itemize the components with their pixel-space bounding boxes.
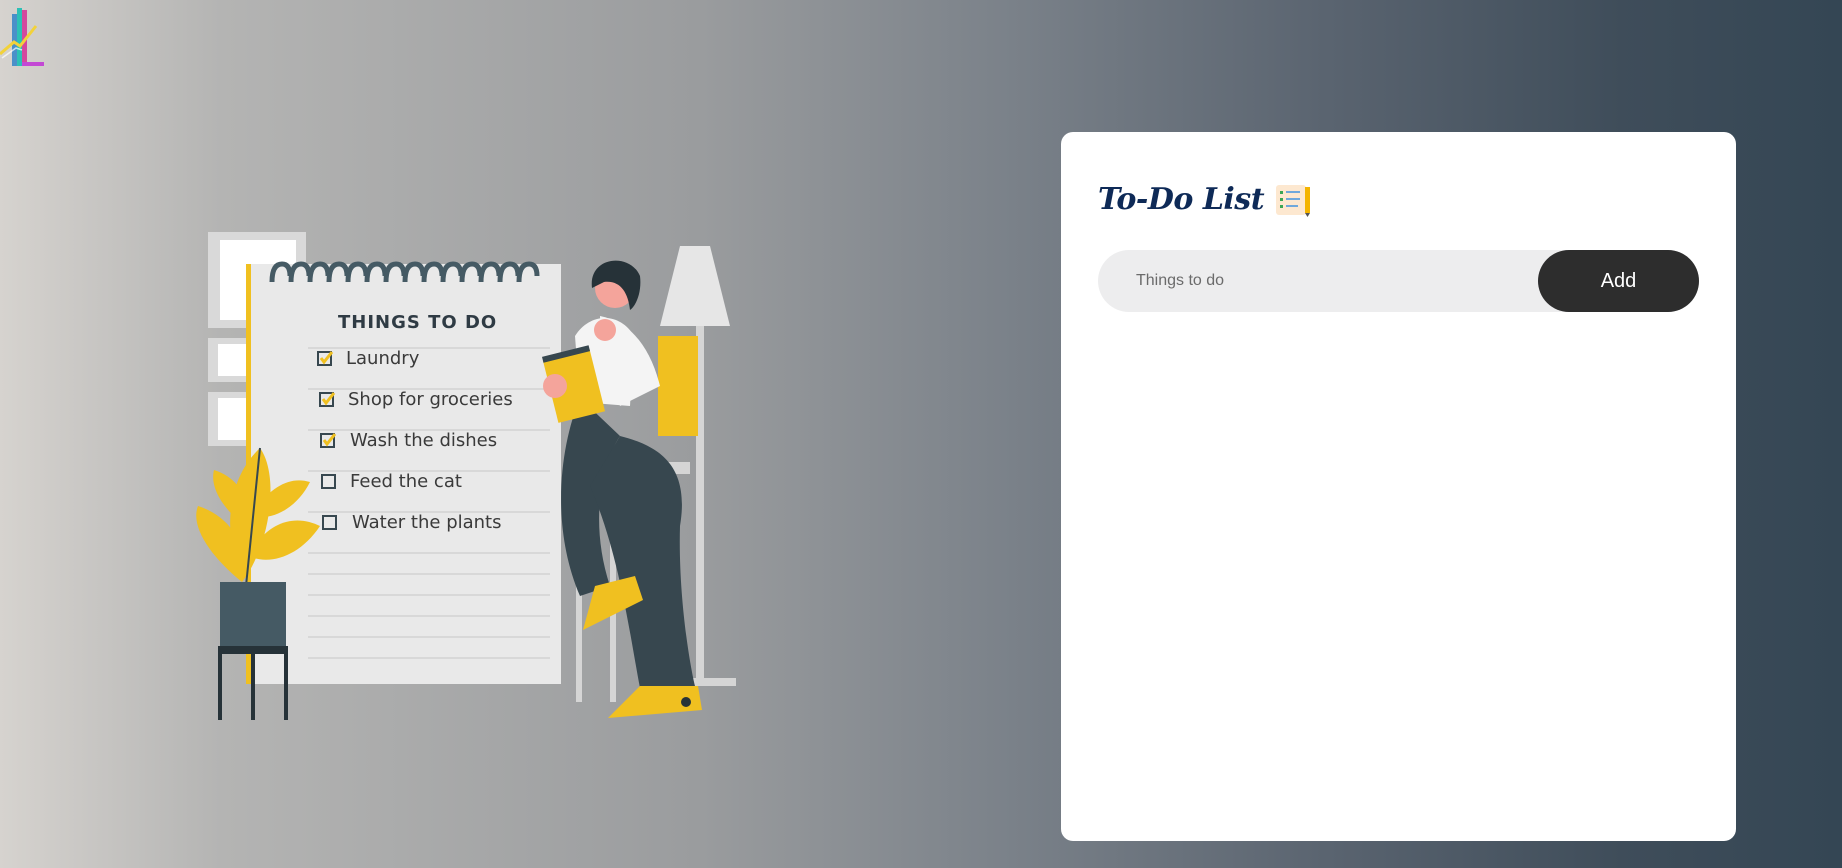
logo-icon [0,8,44,66]
todo-illustration: THINGS TO DO Laundry Shop for groceries … [196,232,736,720]
svg-text:Shop for groceries: Shop for groceries [348,389,513,410]
page-title: To-Do List [1098,182,1312,217]
svg-text:Feed the cat: Feed the cat [350,471,462,492]
checklist-with-pencil-icon [1276,184,1311,217]
todo-input[interactable] [1098,250,1538,312]
svg-text:Water the plants: Water the plants [352,512,502,533]
svg-text:Laundry: Laundry [346,348,420,369]
notebook-item-2: Shop for groceries [319,389,513,410]
svg-text:Wash the dishes: Wash the dishes [350,430,497,451]
page-title-text: To-Do List [1098,182,1265,217]
notebook: THINGS TO DO Laundry Shop for groceries … [246,261,561,684]
todo-card: To-Do List Add [1061,132,1736,841]
notebook-heading: THINGS TO DO [338,312,497,333]
woman-figure [542,260,702,718]
add-button[interactable]: Add [1538,250,1699,312]
todo-input-row: Add [1098,250,1699,312]
